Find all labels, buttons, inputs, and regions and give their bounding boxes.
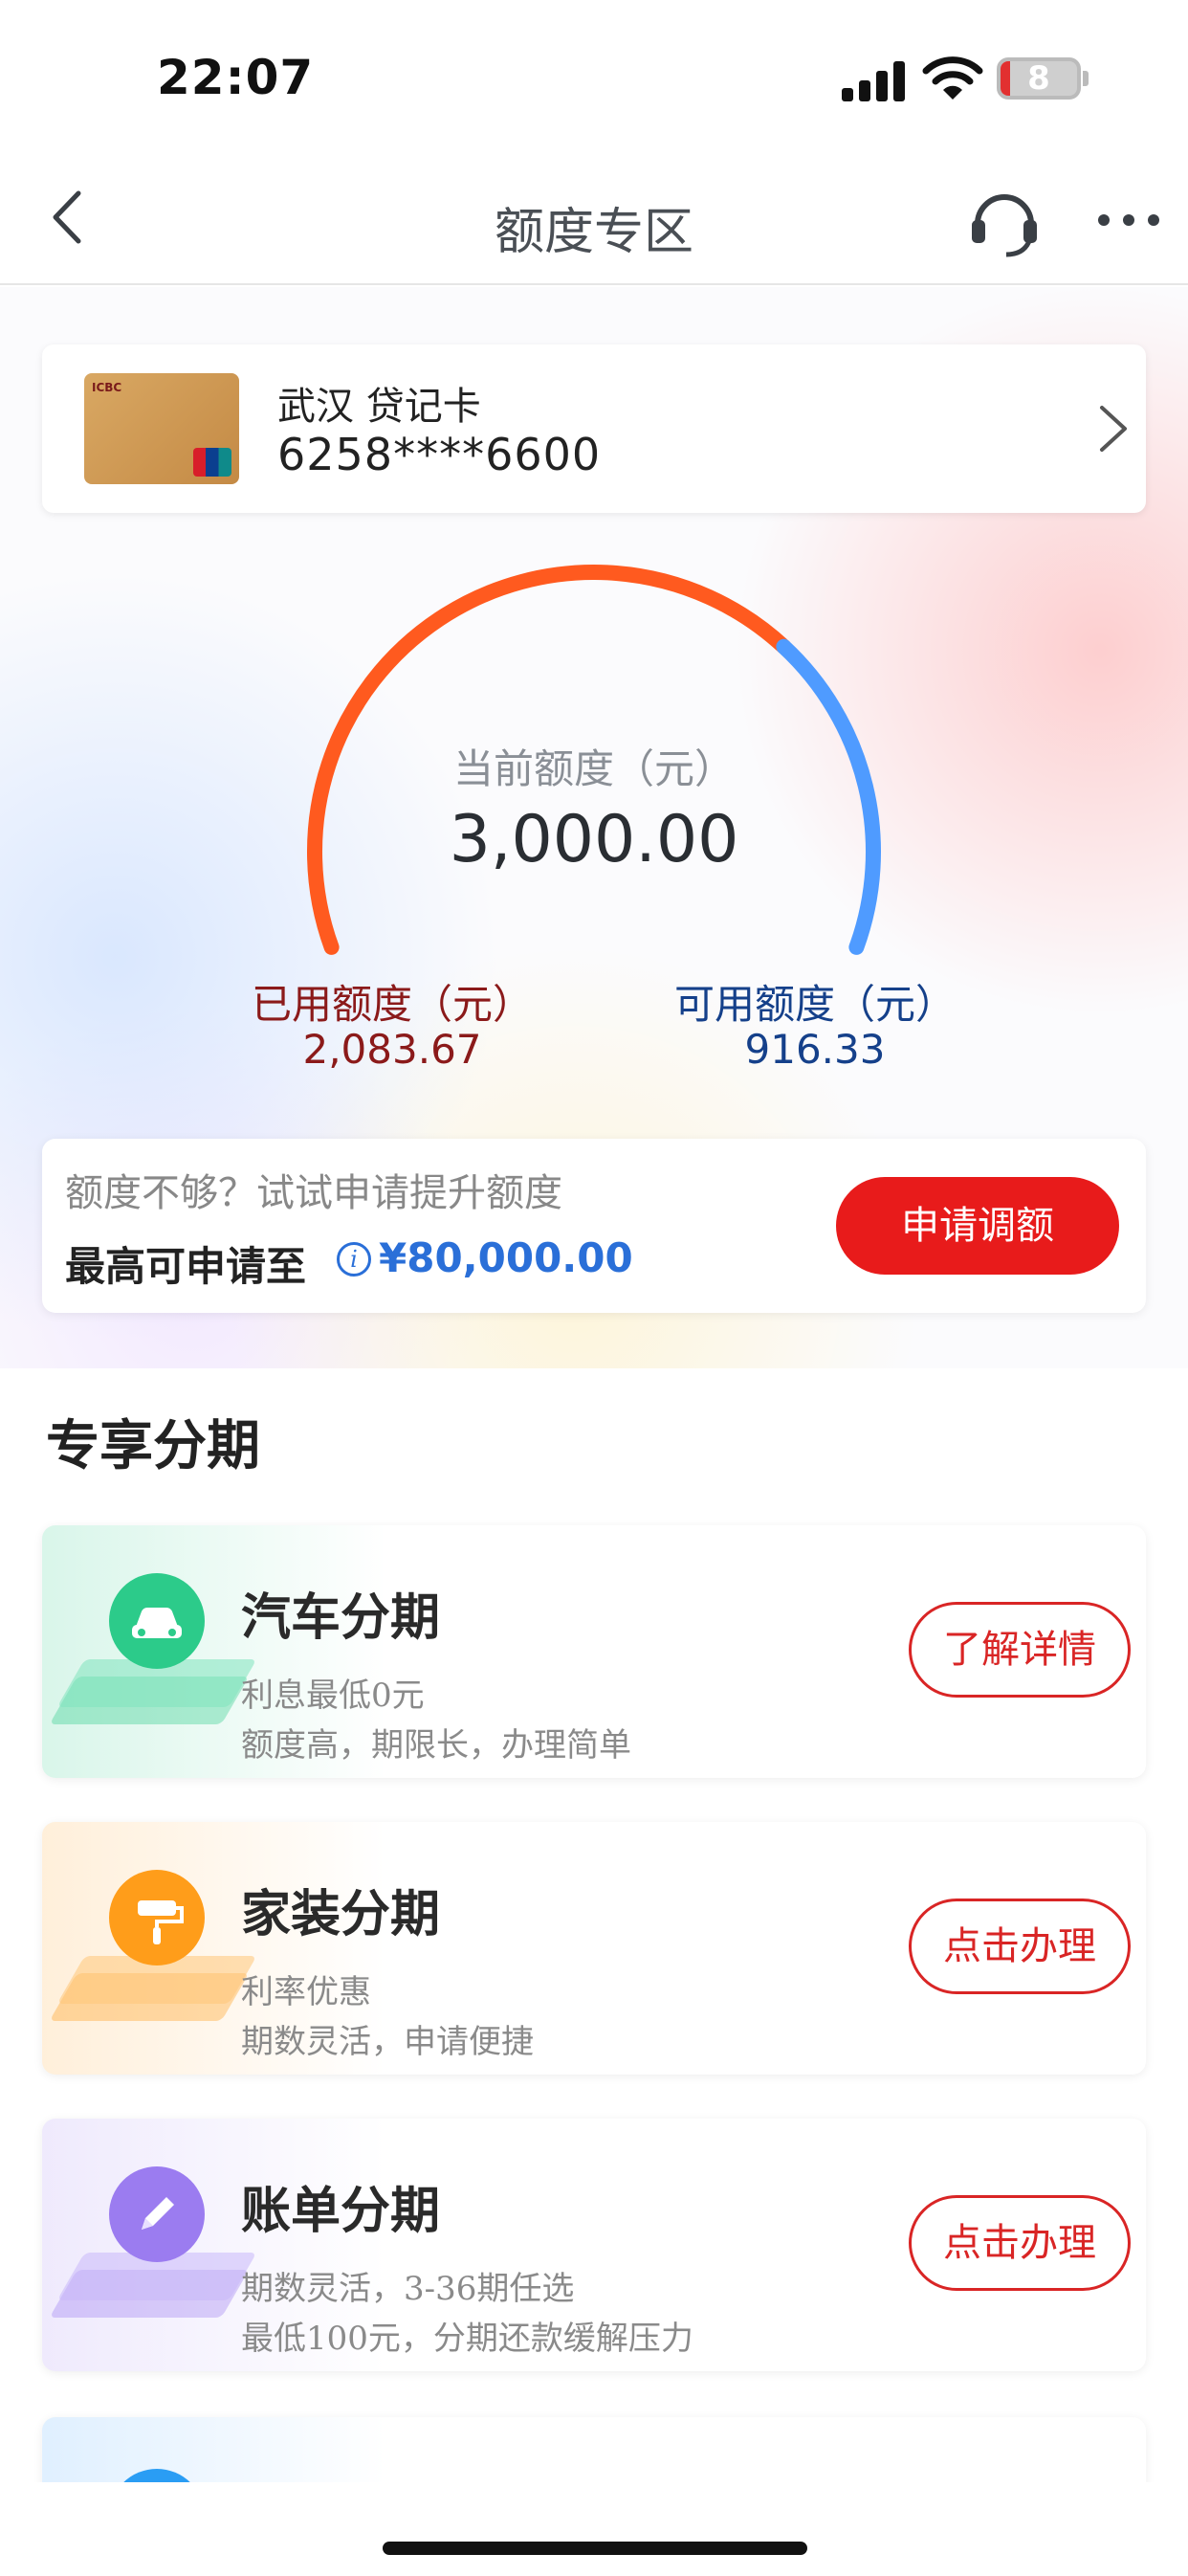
pencil-icon [142, 2197, 174, 2230]
cellular-signal-icon [842, 59, 905, 101]
home-indicator[interactable] [383, 2542, 807, 2555]
car-icon [132, 1608, 182, 1638]
available-limit-label: 可用额度（元） [673, 981, 956, 1028]
paint-roller-icon [138, 1900, 184, 1944]
info-icon[interactable]: i [337, 1242, 371, 1277]
used-limit-label: 已用额度（元） [251, 981, 533, 1028]
promo-card-home-decoration-installment[interactable]: 家装分期 利率优惠 期数灵活，申请便捷 点击办理 [42, 1822, 1146, 2075]
promo-card-car-installment[interactable]: 汽车分期 利息最低0元 额度高，期限长，办理简单 了解详情 [42, 1525, 1146, 1778]
apply-limit-adjustment-button[interactable]: 申请调额 [836, 1177, 1119, 1275]
promo-title: 家装分期 [241, 1886, 441, 1943]
used-limit-value: 2,083.67 [302, 1026, 482, 1073]
promo-subtitle: 利率优惠 [241, 1973, 371, 2011]
card-selector[interactable]: ICBC 武汉 贷记卡 6258****6600 [42, 344, 1146, 513]
nav-bar: 额度专区 [0, 153, 1188, 285]
promo-icon-circle [109, 1870, 205, 1965]
available-limit-arc [776, 638, 881, 955]
learn-more-button[interactable]: 了解详情 [909, 1602, 1131, 1698]
promo-subtitle: 利息最低0元 [241, 1677, 425, 1715]
status-time: 22:07 [157, 50, 315, 105]
battery-level: 8 [1027, 59, 1050, 98]
apply-now-button[interactable]: 点击办理 [909, 1899, 1131, 1994]
bank-logo-icon: ICBC [92, 381, 122, 394]
max-applicable-label: 最高可申请至 [65, 1243, 307, 1290]
promo-description: 最低100元，分期还款缓解压力 [241, 2320, 693, 2358]
promo-icon-circle [109, 2166, 205, 2262]
max-applicable-amount: ¥80,000.00 [379, 1234, 633, 1281]
unionpay-logo-icon [193, 448, 231, 477]
promo-title: 账单分期 [241, 2183, 441, 2240]
section-title: 专享分期 [46, 1415, 260, 1477]
chevron-right-icon[interactable] [1089, 400, 1136, 457]
wifi-icon [922, 56, 983, 100]
battery-tip [1083, 71, 1089, 86]
limit-increase-card: 额度不够？试试申请提升额度 最高可申请至 i ¥80,000.00 申请调额 [42, 1139, 1146, 1313]
available-limit-value: 916.33 [744, 1026, 886, 1073]
promo-description: 期数灵活，申请便捷 [241, 2023, 534, 2061]
promo-title: 汽车分期 [241, 1589, 441, 1647]
promo-icon-circle [109, 1573, 205, 1669]
customer-service-headset-icon[interactable] [966, 182, 1043, 258]
more-icon[interactable] [1090, 191, 1167, 249]
status-bar: 22:07 8 [0, 0, 1188, 153]
card-number: 6258****6600 [277, 429, 602, 480]
promo-description: 额度高，期限长，办理简单 [241, 1726, 631, 1765]
limit-increase-tip: 额度不够？试试申请提升额度 [65, 1171, 562, 1215]
apply-now-button[interactable]: 点击办理 [909, 2195, 1131, 2291]
current-limit-value: 3,000.00 [449, 802, 739, 877]
battery-icon: 8 [997, 57, 1081, 100]
promo-card-bill-installment[interactable]: 账单分期 期数灵活，3-36期任选 最低100元，分期还款缓解压力 点击办理 [42, 2119, 1146, 2371]
current-limit-label: 当前额度（元） [452, 745, 735, 792]
credit-card-image: ICBC [84, 373, 239, 484]
card-title: 武汉 贷记卡 [277, 385, 481, 429]
promo-subtitle: 期数灵活，3-36期任选 [241, 2270, 575, 2308]
bottom-safe-area [0, 2482, 1188, 2576]
